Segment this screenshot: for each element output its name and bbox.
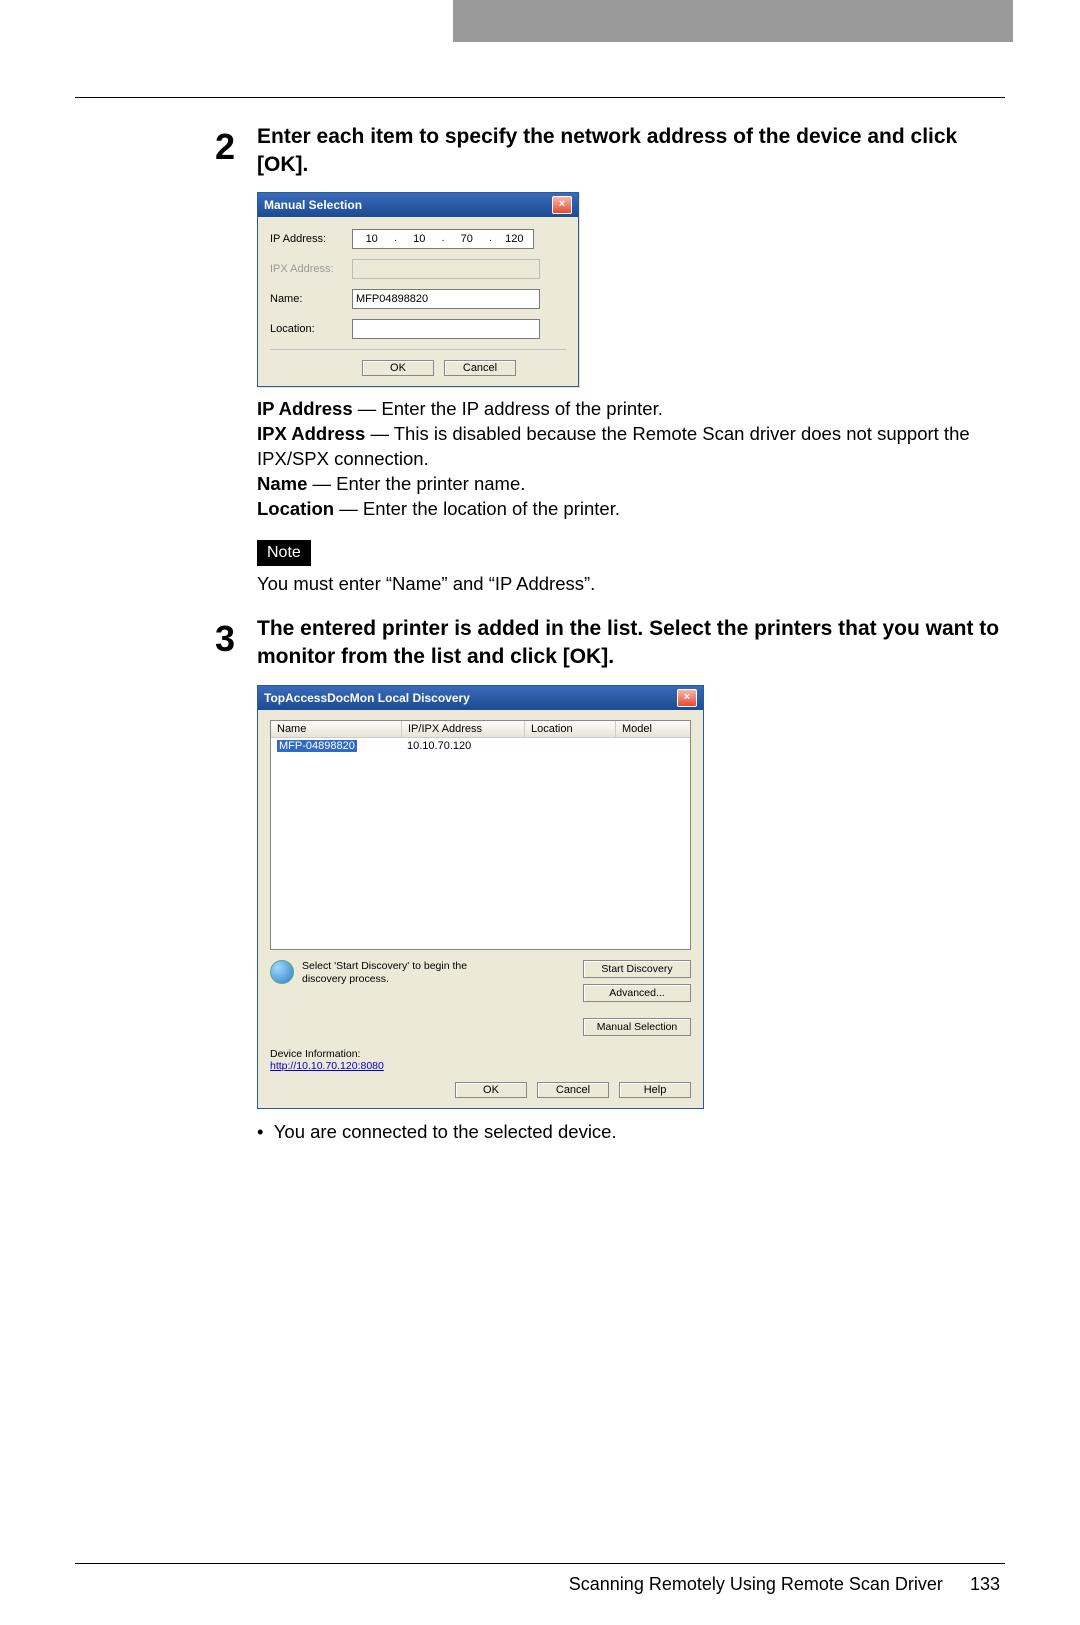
cancel-button[interactable]: Cancel [537, 1082, 609, 1098]
ok-button[interactable]: OK [455, 1082, 527, 1098]
close-icon[interactable]: × [552, 196, 572, 214]
row-location [523, 738, 613, 754]
ip-address-input[interactable]: 10. 10. 70. 120 [352, 229, 534, 249]
step-2-number: 2 [215, 123, 245, 597]
ip-address-label: IP Address: [270, 233, 352, 245]
page-number: 133 [970, 1574, 1000, 1594]
step-3-bullet: • You are connected to the selected devi… [257, 1121, 1005, 1143]
advanced-button[interactable]: Advanced... [583, 984, 691, 1002]
step-3: 3 The entered printer is added in the li… [215, 615, 1005, 1144]
help-button[interactable]: Help [619, 1082, 691, 1098]
table-row[interactable]: MFP-04898820 10.10.70.120 [271, 738, 690, 754]
col-model[interactable]: Model [616, 721, 690, 737]
table-header: Name IP/IPX Address Location Model [271, 721, 690, 738]
close-icon[interactable]: × [677, 689, 697, 707]
step-2-description: IP Address — Enter the IP address of the… [257, 397, 1005, 522]
dialog-titlebar: TopAccessDocMon Local Discovery × [258, 686, 703, 710]
col-name[interactable]: Name [271, 721, 402, 737]
device-info-label: Device Information: [270, 1048, 691, 1060]
note-badge: Note [257, 540, 311, 566]
step-3-number: 3 [215, 615, 245, 1144]
globe-icon [270, 960, 294, 984]
dialog-title: Manual Selection [264, 198, 362, 212]
cancel-button[interactable]: Cancel [444, 360, 516, 376]
name-label: Name: [270, 293, 352, 305]
manual-selection-dialog: Manual Selection × IP Address: 10. 10. 7… [257, 192, 579, 387]
ipx-address-label: IPX Address: [270, 263, 352, 275]
location-input[interactable] [352, 319, 540, 339]
col-location[interactable]: Location [525, 721, 616, 737]
local-discovery-dialog: TopAccessDocMon Local Discovery × Name I… [257, 685, 704, 1109]
row-ip: 10.10.70.120 [401, 738, 523, 754]
top-rule [75, 97, 1005, 98]
ipx-address-input [352, 259, 540, 279]
note-text: You must enter “Name” and “IP Address”. [257, 572, 1005, 597]
ok-button[interactable]: OK [362, 360, 434, 376]
page-footer: Scanning Remotely Using Remote Scan Driv… [75, 1574, 1005, 1595]
step-3-title: The entered printer is added in the list… [257, 615, 1005, 672]
device-info-link[interactable]: http://10.10.70.120:8080 [270, 1060, 384, 1072]
dialog-titlebar: Manual Selection × [258, 193, 578, 217]
row-name: MFP-04898820 [277, 740, 357, 752]
row-model [613, 738, 690, 754]
location-label: Location: [270, 323, 352, 335]
step-2-title: Enter each item to specify the network a… [257, 123, 1005, 180]
bottom-rule [75, 1563, 1005, 1564]
start-discovery-button[interactable]: Start Discovery [583, 960, 691, 978]
col-ip[interactable]: IP/IPX Address [402, 721, 525, 737]
header-tab-block [453, 0, 1013, 42]
discovery-hint: Select 'Start Discovery' to begin the di… [302, 960, 482, 986]
dialog-title: TopAccessDocMon Local Discovery [264, 691, 470, 705]
manual-selection-button[interactable]: Manual Selection [583, 1018, 691, 1036]
step-2: 2 Enter each item to specify the network… [215, 123, 1005, 597]
footer-text: Scanning Remotely Using Remote Scan Driv… [569, 1574, 943, 1594]
printer-list[interactable]: Name IP/IPX Address Location Model MFP-0… [270, 720, 691, 950]
name-input[interactable]: MFP04898820 [352, 289, 540, 309]
